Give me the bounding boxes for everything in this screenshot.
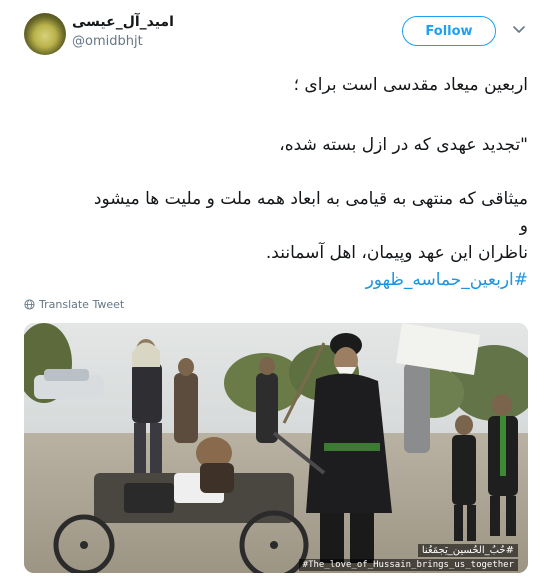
photo-caption-arabic: #حُبُ_الحُسين_يَجمَعُنا (417, 544, 518, 557)
tweet-line-1: اربعین میعاد مقدسی است برای ؛ (293, 75, 528, 95)
tweet-line-2: "تجدید عهدی که در ازل بسته شده، (279, 135, 528, 155)
translate-label: Translate Tweet (39, 298, 125, 311)
user-display-name[interactable]: امید_آل_عیسی (72, 14, 174, 30)
chevron-down-icon[interactable] (512, 22, 526, 36)
tweet-line-4: و (519, 216, 528, 236)
avatar[interactable] (24, 13, 66, 55)
translate-tweet-link[interactable]: Translate Tweet (24, 298, 124, 311)
tweet-photo[interactable]: #حُبُ_الحُسين_يَجمَعُنا #The_love_of_Hus… (24, 323, 528, 573)
tweet-line-5: ناظران این عهد وپیمان، اهل آسمانند. (265, 243, 528, 263)
tweet-line-3: میثاقی که منتهی به قیامی به ابعاد همه مل… (93, 189, 528, 209)
photo-illustration (24, 323, 528, 573)
hashtag-link[interactable]: #اربعین_حماسه_ظهور (24, 267, 528, 293)
globe-icon (24, 299, 35, 310)
user-handle[interactable]: @omidbhjt (72, 34, 143, 49)
photo-caption-english: #The_love_of_Hussain_brings_us_together (298, 559, 518, 571)
follow-button[interactable]: Follow (402, 16, 496, 46)
